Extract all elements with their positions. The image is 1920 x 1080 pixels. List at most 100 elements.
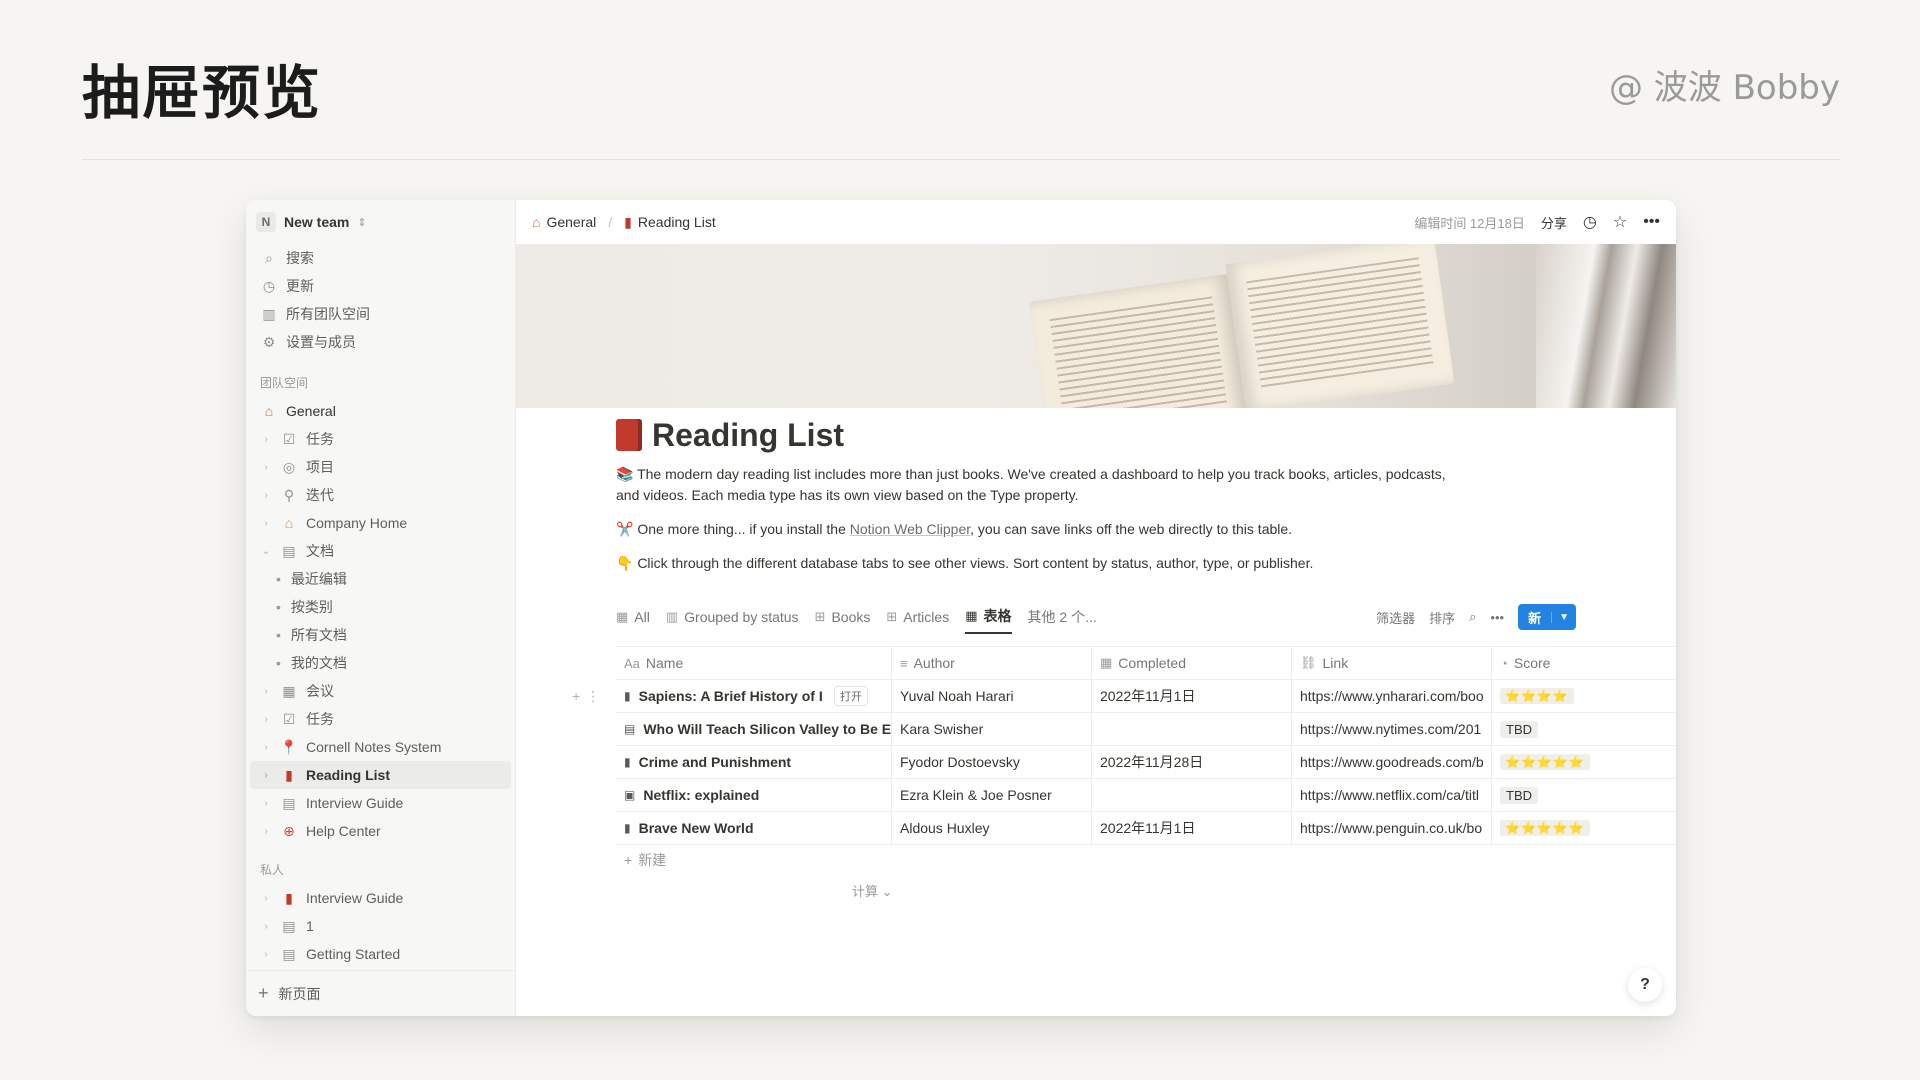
- chevron-right-icon[interactable]: ›: [260, 434, 272, 445]
- tab-grouped-by-status[interactable]: ▥ Grouped by status: [666, 600, 799, 634]
- more-icon[interactable]: •••: [1490, 610, 1504, 625]
- chevron-right-icon[interactable]: ›: [260, 490, 272, 501]
- chevron-down-icon[interactable]: ⌄: [260, 546, 272, 557]
- row-completed[interactable]: 2022年11月1日: [1100, 818, 1195, 838]
- web-clipper-link[interactable]: Notion Web Clipper: [850, 521, 970, 537]
- sidebar-item-general[interactable]: ⌂ General: [250, 397, 511, 425]
- table-row[interactable]: ▤ Who Will Teach Silicon Valley to Be Et …: [616, 713, 1676, 746]
- sidebar-item-getting-started[interactable]: › ▤ Getting Started: [250, 940, 511, 968]
- breadcrumb-reading-list[interactable]: Reading List: [638, 214, 716, 230]
- row-score[interactable]: TBD: [1500, 786, 1538, 804]
- row-drag-handle-icon[interactable]: +⋮: [572, 688, 606, 705]
- calculate-button[interactable]: 计算 ⌄: [852, 881, 893, 900]
- row-name[interactable]: Who Will Teach Silicon Valley to Be Et: [643, 721, 891, 737]
- chevron-down-icon[interactable]: ▼: [1551, 611, 1576, 623]
- table-row[interactable]: ▣ Netflix: explained Ezra Klein & Joe Pos…: [616, 779, 1676, 812]
- sidebar-item-updates[interactable]: ◷ 更新: [250, 272, 511, 300]
- chevron-right-icon[interactable]: ›: [260, 826, 272, 837]
- sidebar-item-reading-list[interactable]: › ▮ Reading List: [250, 761, 511, 789]
- row-link[interactable]: https://www.nytimes.com/201: [1300, 721, 1481, 737]
- help-button[interactable]: ?: [1628, 968, 1662, 1002]
- row-link[interactable]: https://www.ynharari.com/boo: [1300, 688, 1484, 704]
- row-link[interactable]: https://www.penguin.co.uk/bo: [1300, 820, 1482, 836]
- chevron-right-icon[interactable]: ›: [260, 770, 272, 781]
- sort-button[interactable]: 排序: [1429, 608, 1455, 627]
- sidebar-item-cornell-notes[interactable]: › 📍 Cornell Notes System: [250, 733, 511, 761]
- row-author[interactable]: Kara Swisher: [900, 721, 983, 737]
- star-icon[interactable]: ☆: [1613, 212, 1627, 232]
- tab-articles[interactable]: ⊞ Articles: [886, 600, 949, 634]
- open-button[interactable]: 打开: [834, 686, 868, 706]
- page-title[interactable]: Reading List: [652, 417, 844, 454]
- sidebar-item-tasks[interactable]: › ☑ 任务: [250, 425, 511, 453]
- sidebar-item-sprints[interactable]: › ⚲ 迭代: [250, 481, 511, 509]
- row-score[interactable]: ⭐⭐⭐⭐⭐: [1500, 820, 1590, 836]
- row-author[interactable]: Fyodor Dostoevsky: [900, 754, 1020, 770]
- row-author[interactable]: Yuval Noah Harari: [900, 688, 1014, 704]
- chevron-right-icon[interactable]: ›: [260, 686, 272, 697]
- tab-more-views[interactable]: 其他 2 个...: [1028, 600, 1097, 634]
- history-icon[interactable]: ◷: [1583, 212, 1597, 232]
- new-row-button[interactable]: + 新建: [616, 845, 1676, 875]
- row-name[interactable]: Crime and Punishment: [639, 754, 791, 770]
- description-paragraph-3[interactable]: 👇 Click through the different database t…: [616, 553, 1456, 574]
- description-paragraph-1[interactable]: 📚 The modern day reading list includes m…: [616, 464, 1456, 506]
- column-header-link[interactable]: ⛓ Link: [1292, 647, 1492, 679]
- sidebar-item-all-teamspaces[interactable]: ▥ 所有团队空间: [250, 300, 511, 328]
- chevron-right-icon[interactable]: ›: [260, 714, 272, 725]
- sidebar-item-private-1[interactable]: › ▤ 1: [250, 912, 511, 940]
- sidebar-subitem-by-category[interactable]: • 按类别: [250, 593, 511, 621]
- new-page-button[interactable]: + 新页面: [246, 970, 515, 1016]
- table-row[interactable]: +⋮ ▮ Sapiens: A Brief History of I 打开 Yuva…: [572, 680, 1676, 713]
- sidebar-item-interview-guide[interactable]: › ▤ Interview Guide: [250, 789, 511, 817]
- tab-all[interactable]: ▦ All: [616, 600, 650, 634]
- row-score[interactable]: ⭐⭐⭐⭐⭐: [1500, 754, 1590, 770]
- tab-books[interactable]: ⊞ Books: [815, 600, 871, 634]
- table-row[interactable]: ▮ Brave New World Aldous Huxley 2022年11月1…: [616, 812, 1676, 845]
- team-switcher[interactable]: N New team ⇕: [246, 200, 515, 244]
- more-icon[interactable]: •••: [1643, 213, 1660, 231]
- sidebar-item-search[interactable]: ⌕ 搜索: [250, 244, 511, 272]
- tab-table[interactable]: ▦ 表格: [965, 600, 1012, 634]
- row-score[interactable]: ⭐⭐⭐⭐: [1500, 688, 1574, 704]
- sidebar-item-help-center[interactable]: › ⊕ Help Center: [250, 817, 511, 845]
- chevron-right-icon[interactable]: ›: [260, 921, 272, 932]
- chevron-right-icon[interactable]: ›: [260, 742, 272, 753]
- row-completed[interactable]: 2022年11月1日: [1100, 686, 1195, 706]
- chevron-right-icon[interactable]: ›: [260, 798, 272, 809]
- sidebar-item-company-home[interactable]: › ⌂ Company Home: [250, 509, 511, 537]
- sidebar-subitem-my-docs[interactable]: • 我的文档: [250, 649, 511, 677]
- row-name[interactable]: Brave New World: [639, 820, 754, 836]
- sidebar-subitem-all-docs[interactable]: • 所有文档: [250, 621, 511, 649]
- sidebar-item-projects[interactable]: › ◎ 项目: [250, 453, 511, 481]
- row-author[interactable]: Ezra Klein & Joe Posner: [900, 787, 1052, 803]
- chevron-right-icon[interactable]: ›: [260, 893, 272, 904]
- row-name[interactable]: Netflix: explained: [643, 787, 759, 803]
- new-record-button[interactable]: 新 ▼: [1518, 604, 1576, 630]
- row-score[interactable]: TBD: [1500, 720, 1538, 738]
- filter-button[interactable]: 筛选器: [1376, 608, 1415, 627]
- sidebar-item-private-interview-guide[interactable]: › ▮ Interview Guide: [250, 884, 511, 912]
- sidebar-item-settings[interactable]: ⚙ 设置与成员: [250, 328, 511, 356]
- chevron-right-icon[interactable]: ›: [260, 518, 272, 529]
- chevron-right-icon[interactable]: ›: [260, 462, 272, 473]
- table-row[interactable]: ▮ Crime and Punishment Fyodor Dostoevsky …: [616, 746, 1676, 779]
- column-header-name[interactable]: Aa Name: [616, 647, 892, 679]
- column-header-author[interactable]: ≡ Author: [892, 647, 1092, 679]
- sidebar-item-meetings[interactable]: › ▦ 会议: [250, 677, 511, 705]
- description-paragraph-2[interactable]: ✂️ One more thing... if you install the …: [616, 519, 1456, 540]
- row-link[interactable]: https://www.netflix.com/ca/titl: [1300, 787, 1479, 803]
- row-completed[interactable]: 2022年11月28日: [1100, 752, 1203, 772]
- search-icon[interactable]: ⌕: [1469, 609, 1476, 625]
- breadcrumb-general[interactable]: General: [546, 214, 596, 230]
- row-name[interactable]: Sapiens: A Brief History of I: [639, 688, 823, 704]
- row-author[interactable]: Aldous Huxley: [900, 820, 990, 836]
- book-icon[interactable]: [616, 419, 642, 451]
- row-link[interactable]: https://www.goodreads.com/b: [1300, 754, 1484, 770]
- sidebar-subitem-recent[interactable]: • 最近编辑: [250, 565, 511, 593]
- column-header-score[interactable]: ◔ Score: [1492, 647, 1676, 679]
- chevron-right-icon[interactable]: ›: [260, 949, 272, 960]
- column-header-completed[interactable]: ▦ Completed: [1092, 647, 1292, 679]
- share-button[interactable]: 分享: [1541, 213, 1567, 232]
- sidebar-item-docs[interactable]: ⌄ ▤ 文档: [250, 537, 511, 565]
